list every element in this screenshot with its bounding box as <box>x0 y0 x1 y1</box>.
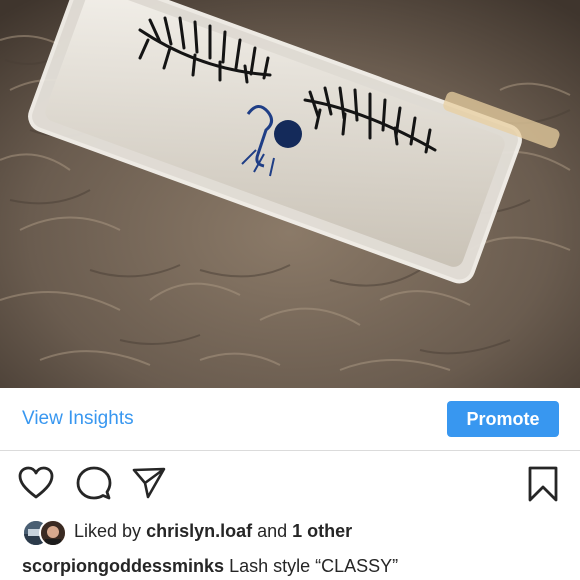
save-button[interactable] <box>527 466 559 502</box>
liker-username-link[interactable]: chrislyn.loaf <box>146 521 252 541</box>
like-button[interactable] <box>18 466 54 500</box>
other-likers-link[interactable]: 1 other <box>292 521 352 541</box>
likes-summary: Liked by chrislyn.loaf and 1 other <box>74 521 352 542</box>
liked-by-conjunction: and <box>257 521 288 541</box>
heart-icon <box>18 466 54 499</box>
instagram-post-screen: View Insights Promote Liked by chrislyn.… <box>0 0 580 580</box>
post-caption: scorpiongoddessminks Lash style “CLASSY” <box>22 556 398 577</box>
liker-avatar[interactable] <box>39 519 67 547</box>
liked-by-label: Liked by <box>74 521 142 541</box>
paper-plane-icon <box>132 467 166 499</box>
share-button[interactable] <box>132 466 166 500</box>
promote-button[interactable]: Promote <box>447 401 559 437</box>
bookmark-icon <box>528 466 558 502</box>
view-insights-link[interactable]: View Insights <box>22 408 134 430</box>
comment-icon <box>76 466 112 500</box>
post-photo[interactable] <box>0 0 580 388</box>
likes-row: Liked by chrislyn.loaf and 1 other <box>22 516 562 547</box>
caption-username-link[interactable]: scorpiongoddessminks <box>22 556 224 576</box>
post-photo-image <box>0 0 580 388</box>
avatar-image <box>41 521 65 545</box>
comment-button[interactable] <box>76 466 112 502</box>
caption-text: Lash style “CLASSY” <box>229 556 399 576</box>
